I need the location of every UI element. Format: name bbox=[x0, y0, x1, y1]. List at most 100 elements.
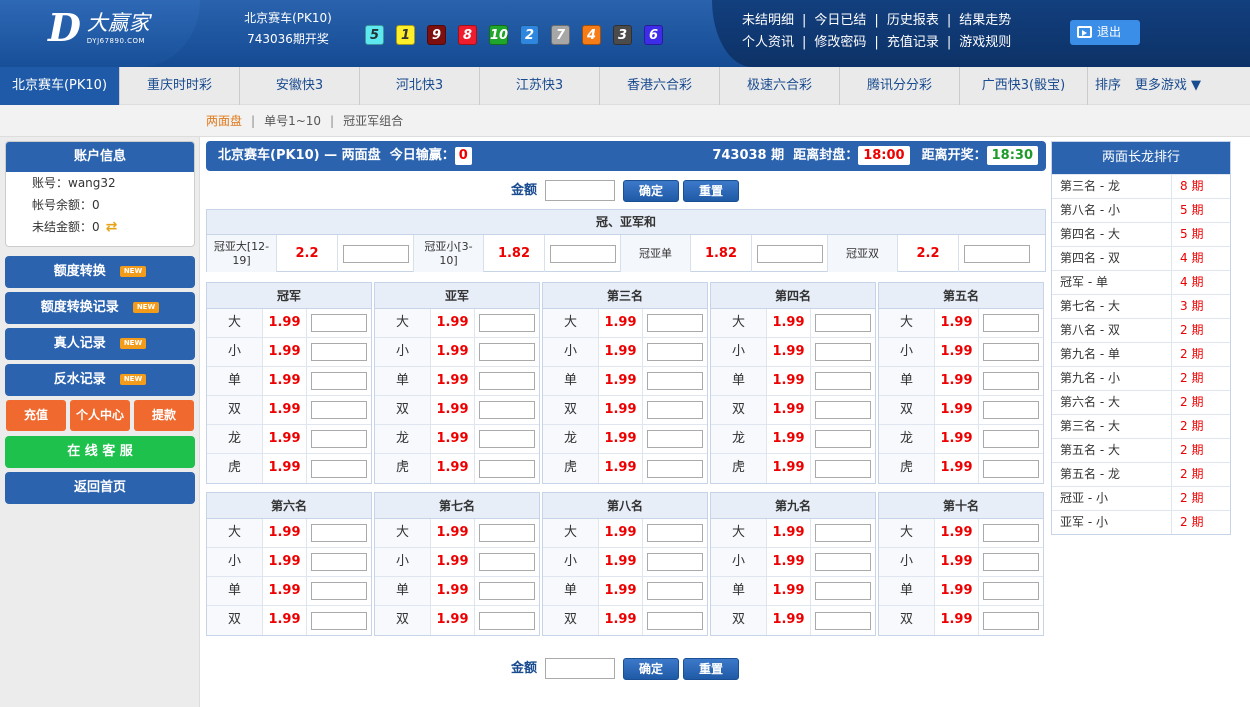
personal-center-button[interactable]: 个人中心 bbox=[70, 400, 130, 431]
bet-amount-input[interactable] bbox=[964, 244, 1030, 263]
bet-amount-input[interactable] bbox=[311, 459, 367, 478]
top-link[interactable]: 今日已结 bbox=[814, 13, 866, 28]
bet-amount-input[interactable] bbox=[311, 372, 367, 390]
bet-amount-input[interactable] bbox=[479, 314, 535, 332]
bet-amount-input[interactable] bbox=[983, 314, 1039, 332]
bet-amount-input[interactable] bbox=[479, 401, 535, 419]
amount-input[interactable] bbox=[545, 180, 615, 201]
subnav-liangmian[interactable]: 两面盘 bbox=[206, 114, 242, 128]
bet-amount-input[interactable] bbox=[647, 459, 703, 478]
amount-input[interactable] bbox=[545, 658, 615, 679]
bet-amount-input[interactable] bbox=[647, 611, 703, 630]
reset-button[interactable]: 重置 bbox=[683, 179, 739, 202]
position-table: 第四名大 1.99 小 1.99 单 1.99 双 1.99 龙 1.99 虎 1.99 bbox=[710, 282, 876, 484]
bet-amount-input[interactable] bbox=[311, 611, 367, 630]
top-link[interactable]: 游戏规则 bbox=[959, 35, 1011, 50]
bet-amount-input[interactable] bbox=[983, 553, 1039, 571]
bet-amount-input[interactable] bbox=[983, 524, 1039, 542]
bet-amount-input[interactable] bbox=[647, 401, 703, 419]
bet-amount-input[interactable] bbox=[342, 244, 409, 263]
bet-amount-input[interactable] bbox=[479, 343, 535, 361]
bet-amount-input[interactable] bbox=[311, 314, 367, 332]
bet-amount-input[interactable] bbox=[479, 524, 535, 542]
bet-amount-input[interactable] bbox=[647, 314, 703, 332]
bet-amount-input[interactable] bbox=[647, 430, 703, 448]
position-table: 第八名大 1.99 小 1.99 单 1.99 双 1.99 bbox=[542, 492, 708, 636]
game-tab[interactable]: 江苏快3 bbox=[480, 67, 600, 105]
bet-amount-input[interactable] bbox=[479, 582, 535, 600]
bet-amount-input[interactable] bbox=[815, 314, 871, 332]
bet-amount-input[interactable] bbox=[311, 524, 367, 542]
bet-amount-input[interactable] bbox=[647, 524, 703, 542]
game-tab[interactable]: 腾讯分分彩 bbox=[840, 67, 960, 105]
subnav-danhao[interactable]: 单号1~10 bbox=[264, 114, 321, 128]
bet-amount-input[interactable] bbox=[311, 430, 367, 448]
top-link[interactable]: 结果走势 bbox=[959, 13, 1011, 28]
bet-amount-input[interactable] bbox=[647, 372, 703, 390]
bet-amount-input[interactable] bbox=[815, 611, 871, 630]
bet-amount-input[interactable] bbox=[311, 343, 367, 361]
bet-amount-input[interactable] bbox=[815, 401, 871, 419]
refresh-icon[interactable]: ⇄ bbox=[106, 216, 118, 238]
top-link[interactable]: 修改密码 bbox=[814, 35, 866, 50]
bet-amount-input[interactable] bbox=[756, 244, 823, 263]
subnav-guanya-combo[interactable]: 冠亚军组合 bbox=[343, 114, 403, 128]
more-games-tab[interactable]: 更多游戏 ▼ bbox=[1128, 67, 1208, 105]
transfer-history-button[interactable]: 额度转换记录 NEW bbox=[5, 292, 195, 324]
bet-amount-input[interactable] bbox=[815, 343, 871, 361]
top-link[interactable]: 历史报表 bbox=[887, 13, 939, 28]
reset-button[interactable]: 重置 bbox=[683, 657, 739, 680]
game-tab[interactable]: 香港六合彩 bbox=[600, 67, 720, 105]
bet-amount-input[interactable] bbox=[647, 343, 703, 361]
bet-amount-input[interactable] bbox=[311, 553, 367, 571]
bet-amount-input[interactable] bbox=[983, 372, 1039, 390]
game-tab[interactable]: 广西快3(骰宝) bbox=[960, 67, 1088, 105]
deposit-button[interactable]: 充值 bbox=[6, 400, 66, 431]
game-tab[interactable]: 重庆时时彩 bbox=[120, 67, 240, 105]
bet-amount-input[interactable] bbox=[815, 459, 871, 478]
confirm-button[interactable]: 确定 bbox=[623, 657, 679, 680]
bet-amount-input[interactable] bbox=[983, 611, 1039, 630]
bet-label: 大 bbox=[711, 519, 767, 547]
bet-amount-input[interactable] bbox=[815, 582, 871, 600]
sort-tab[interactable]: 排序 bbox=[1088, 67, 1128, 105]
bet-row: 小 1.99 bbox=[879, 548, 1043, 577]
bet-amount-input[interactable] bbox=[479, 430, 535, 448]
bet-amount-input[interactable] bbox=[549, 244, 616, 263]
bet-amount-input[interactable] bbox=[479, 553, 535, 571]
credit-transfer-button[interactable]: 额度转换 NEW bbox=[5, 256, 195, 288]
bet-amount-input[interactable] bbox=[815, 553, 871, 571]
online-service-button[interactable]: 在 线 客 服 bbox=[5, 436, 195, 468]
bet-amount-input[interactable] bbox=[815, 372, 871, 390]
game-tab[interactable]: 北京赛车(PK10) bbox=[0, 67, 120, 105]
bet-amount-input[interactable] bbox=[983, 430, 1039, 448]
bet-amount-input[interactable] bbox=[647, 582, 703, 600]
logout-button[interactable]: 退出 bbox=[1070, 20, 1140, 45]
logo[interactable]: D 大赢家 DYJ67890.COM bbox=[0, 0, 200, 67]
game-tab[interactable]: 安徽快3 bbox=[240, 67, 360, 105]
bet-amount-input[interactable] bbox=[983, 343, 1039, 361]
withdraw-button[interactable]: 提款 bbox=[134, 400, 194, 431]
bet-amount-input[interactable] bbox=[983, 582, 1039, 600]
rebate-records-button[interactable]: 反水记录 NEW bbox=[5, 364, 195, 396]
bet-amount-input[interactable] bbox=[479, 459, 535, 478]
back-home-button[interactable]: 返回首页 bbox=[5, 472, 195, 504]
top-link[interactable]: 未结明细 bbox=[742, 13, 794, 28]
live-records-button[interactable]: 真人记录 NEW bbox=[5, 328, 195, 360]
bet-amount-input[interactable] bbox=[311, 582, 367, 600]
bet-amount-input[interactable] bbox=[815, 430, 871, 448]
bet-amount-input[interactable] bbox=[983, 459, 1039, 478]
bet-odds: 1.99 bbox=[599, 367, 643, 395]
position-table: 第九名大 1.99 小 1.99 单 1.99 双 1.99 bbox=[710, 492, 876, 636]
game-tab[interactable]: 河北快3 bbox=[360, 67, 480, 105]
confirm-button[interactable]: 确定 bbox=[623, 179, 679, 202]
bet-amount-input[interactable] bbox=[479, 611, 535, 630]
game-tab[interactable]: 极速六合彩 bbox=[720, 67, 840, 105]
top-link[interactable]: 充值记录 bbox=[887, 35, 939, 50]
top-link[interactable]: 个人资讯 bbox=[742, 35, 794, 50]
bet-amount-input[interactable] bbox=[647, 553, 703, 571]
bet-amount-input[interactable] bbox=[815, 524, 871, 542]
bet-amount-input[interactable] bbox=[311, 401, 367, 419]
bet-amount-input[interactable] bbox=[479, 372, 535, 390]
bet-amount-input[interactable] bbox=[983, 401, 1039, 419]
